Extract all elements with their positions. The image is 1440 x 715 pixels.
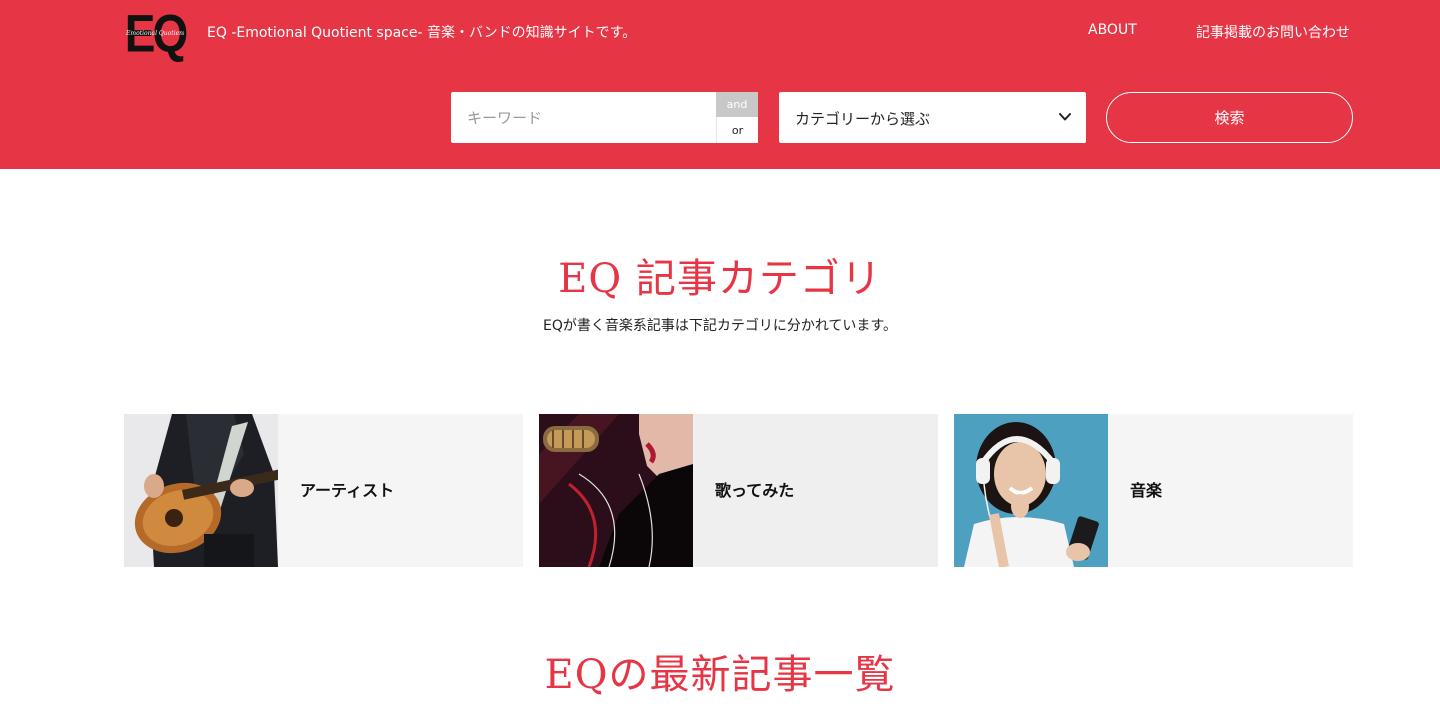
category-card-label-area: 歌ってみた [693, 414, 938, 567]
category-label: アーティスト [300, 481, 395, 500]
nav-about-link[interactable]: ABOUT [1088, 22, 1137, 38]
latest-section-title: EQの最新記事一覧 [544, 652, 896, 698]
categories-section-description: EQが書く音楽系記事は下記カテゴリに分かれています。 [542, 318, 898, 334]
category-card-label-area: アーティスト [278, 414, 523, 567]
category-select-dropdown[interactable]: カテゴリーから選ぶ [779, 92, 1086, 143]
categories-section-title: EQ 記事カテゴリ [558, 256, 882, 302]
keyword-search-input[interactable] [451, 92, 716, 143]
category-card-utatte-mita[interactable]: 歌ってみた [539, 414, 938, 567]
logo-script-text: Emotional Quotient space [126, 30, 184, 37]
category-select-label: カテゴリーから選ぶ [795, 110, 931, 128]
search-mode-and-toggle[interactable]: and [716, 92, 758, 117]
category-label: 歌ってみた [715, 481, 795, 500]
site-tagline: EQ -Emotional Quotient space- 音楽・バンドの知識サ… [207, 25, 637, 41]
site-logo[interactable]: EQ Emotional Quotient space [125, 6, 188, 60]
search-mode-or-toggle[interactable]: or [716, 117, 758, 143]
site-header: EQ Emotional Quotient space EQ -Emotiona… [0, 0, 1440, 169]
guitarist-photo [124, 414, 278, 567]
keyword-search-box: and or [451, 92, 758, 143]
category-card-label-area: 音楽 [1108, 414, 1353, 567]
headphones-woman-photo [954, 414, 1108, 567]
nav-contact-link[interactable]: 記事掲載のお問い合わせ [1196, 22, 1350, 42]
category-card-artist[interactable]: アーティスト [124, 414, 523, 567]
search-button[interactable]: 検索 [1106, 92, 1353, 143]
chevron-down-icon [1059, 113, 1071, 121]
singer-microphone-photo [539, 414, 693, 567]
category-label: 音楽 [1130, 481, 1163, 500]
category-card-music[interactable]: 音楽 [954, 414, 1353, 567]
